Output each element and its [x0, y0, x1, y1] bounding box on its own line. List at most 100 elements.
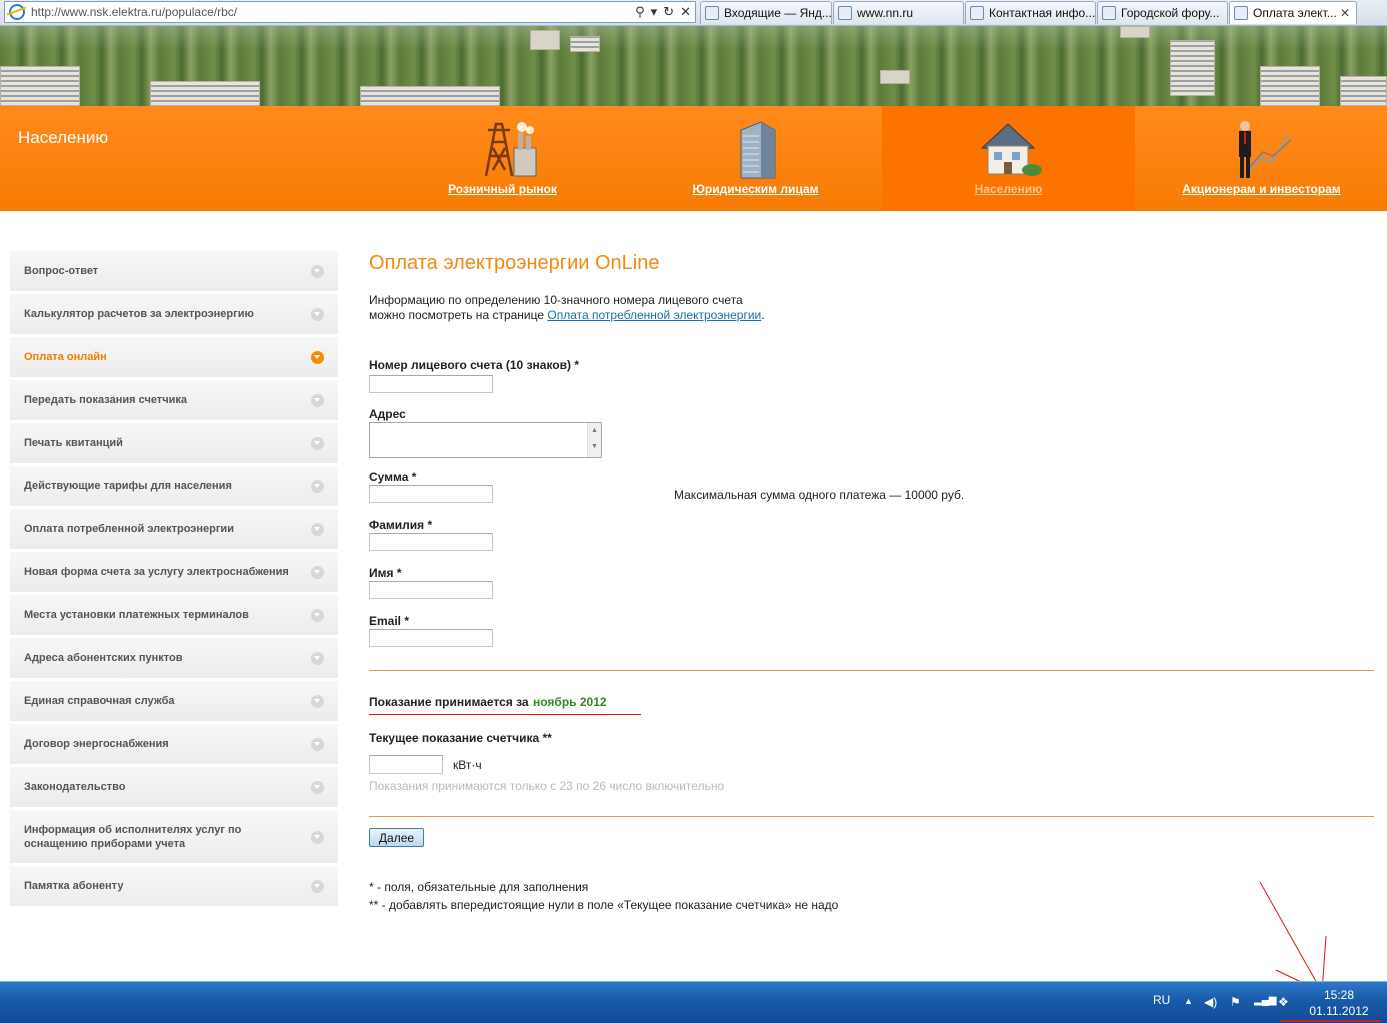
next-button[interactable]: Далее: [369, 828, 424, 847]
chevron-down-icon: [311, 880, 324, 893]
chevron-down-icon: [311, 480, 324, 493]
annotation-date-underline: [1281, 1020, 1381, 1022]
annotation-arrows: [1259, 881, 1327, 993]
sidebar-item-legislation[interactable]: Законодательство: [10, 767, 338, 810]
nav-label-population[interactable]: Населению: [882, 182, 1135, 196]
dropbox-icon[interactable]: ❖: [1278, 995, 1289, 1009]
sum-input[interactable]: [369, 485, 493, 503]
close-tab-icon[interactable]: ✕: [1340, 6, 1350, 20]
tray-expand-icon[interactable]: ▲: [1184, 996, 1193, 1006]
account-number-label: Номер лицевого счета (10 знаков) *: [369, 358, 580, 372]
nav-item-shareholders[interactable]: Акционерам и инвесторам: [1135, 114, 1387, 209]
businessman-chart-icon: [1238, 121, 1291, 178]
address-textarea[interactable]: ▲ ▼: [369, 422, 602, 458]
chevron-down-icon: [311, 351, 324, 364]
sidebar-item-print-receipts[interactable]: Печать квитанций: [10, 423, 338, 466]
clock-date: 01.11.2012: [1309, 1004, 1369, 1018]
power-tower-icon: [484, 122, 536, 177]
nav-label-shareholders[interactable]: Акционерам и инвесторам: [1135, 182, 1387, 196]
chevron-down-icon: [311, 609, 324, 622]
address-label: Адрес: [369, 407, 406, 421]
chevron-down-icon: [311, 308, 324, 321]
page-title: Оплата электроэнергии OnLine: [369, 252, 660, 274]
sidebar-item-faq[interactable]: Вопрос-ответ: [10, 251, 338, 294]
account-number-input[interactable]: [369, 375, 493, 393]
chevron-down-icon: [311, 566, 324, 579]
section-title: Населению: [18, 128, 109, 147]
firstname-input[interactable]: [369, 581, 493, 599]
nav-item-retail-market[interactable]: Розничный рынок: [376, 114, 629, 209]
sidebar-item-meter-readings[interactable]: Передать показания счетчика: [10, 380, 338, 423]
nav-item-legal-entities[interactable]: Юридическим лицам: [629, 114, 882, 209]
lastname-input[interactable]: [369, 533, 493, 551]
firstname-label: Имя *: [369, 566, 402, 580]
tab-inbox[interactable]: Входящие — Янд...: [700, 1, 832, 24]
chevron-down-icon: [311, 652, 324, 665]
ie-page-icon: [970, 6, 984, 20]
chevron-down-icon: [311, 738, 324, 751]
meter-reading-label: Текущее показание счетчика **: [369, 731, 552, 745]
ie-page-icon: [1234, 6, 1248, 20]
address-url[interactable]: http://www.nsk.elektra.ru/populace/rbc/: [31, 5, 237, 19]
city-photo-banner: [0, 26, 1387, 106]
browser-toolbar: http://www.nsk.elektra.ru/populace/rbc/ …: [0, 0, 1387, 26]
nav-label-legal-entities[interactable]: Юридическим лицам: [629, 182, 882, 196]
tab-forum[interactable]: Городской фору...: [1097, 1, 1228, 24]
sidebar-item-calculator[interactable]: Калькулятор расчетов за электроэнергию: [10, 294, 338, 337]
nav-label-retail-market[interactable]: Розничный рынок: [376, 182, 629, 196]
nav-item-population[interactable]: Населению: [882, 114, 1135, 209]
sidebar-item-contract[interactable]: Договор энергоснабжения: [10, 724, 338, 767]
mail-icon: [705, 6, 719, 20]
consumed-payment-link[interactable]: Оплата потребленной электроэнергии: [547, 308, 761, 322]
max-sum-note: Максимальная сумма одного платежа — 1000…: [674, 488, 965, 502]
address-bar[interactable]: http://www.nsk.elektra.ru/populace/rbc/ …: [4, 1, 696, 23]
sidebar-item-subscriber-points[interactable]: Адреса абонентских пунктов: [10, 638, 338, 681]
volume-icon[interactable]: ◀): [1204, 995, 1217, 1009]
office-building-icon: [740, 121, 775, 179]
stop-icon[interactable]: ✕: [680, 4, 691, 20]
address-buttons: ⚲ ▾ ↻ ✕: [635, 4, 691, 20]
lastname-label: Фамилия *: [369, 518, 433, 532]
dropdown-icon[interactable]: ▾: [651, 4, 658, 20]
network-signal-icon[interactable]: ▂▄▆: [1254, 995, 1276, 1006]
footnote-required: * - поля, обязательные для заполнения: [369, 880, 589, 894]
windows-taskbar: RU ▲ ◀) ⚑ ▂▄▆ ❖ 15:28 01.11.2012: [0, 981, 1387, 1023]
sum-label: Сумма *: [369, 470, 417, 484]
account-info-text: Информацию по определению 10-значного но…: [369, 293, 765, 322]
tab-payment-active[interactable]: Оплата элект... ✕: [1229, 1, 1357, 24]
tab-contacts[interactable]: Контактная инфо...: [965, 1, 1096, 24]
clock[interactable]: 15:28 01.11.2012: [1308, 987, 1370, 1019]
meter-reading-input[interactable]: [369, 755, 443, 774]
chevron-down-icon: [311, 523, 324, 536]
chevron-down-icon: [311, 437, 324, 450]
chevron-down-icon: [311, 265, 324, 278]
sidebar-item-tariffs[interactable]: Действующие тарифы для населения: [10, 466, 338, 509]
refresh-icon[interactable]: ↻: [663, 4, 674, 20]
tab-nn[interactable]: www.nn.ru: [833, 1, 964, 24]
email-input[interactable]: [369, 629, 493, 647]
sidebar-item-meter-providers[interactable]: Информация об исполнителях услуг по осна…: [10, 810, 338, 866]
reading-period-value: ноябрь 2012: [533, 695, 607, 709]
chevron-down-icon: [311, 830, 324, 844]
divider: [369, 670, 1374, 671]
textarea-scrollbar[interactable]: ▲ ▼: [587, 423, 601, 457]
footnote-zeros: ** - добавлять впередистоящие нули в пол…: [369, 898, 839, 912]
action-center-flag-icon[interactable]: ⚑: [1230, 995, 1241, 1009]
sidebar-item-online-payment[interactable]: Оплата онлайн: [10, 337, 338, 380]
sidebar-item-new-invoice[interactable]: Новая форма счета за услугу электроснабж…: [10, 552, 338, 595]
ie-icon: [9, 4, 25, 20]
site-icon: [1102, 6, 1116, 20]
sidebar-item-terminals[interactable]: Места установки платежных терминалов: [10, 595, 338, 638]
meter-reading-hint: Показания принимаются только с 23 по 26 …: [369, 779, 725, 793]
chevron-down-icon: [311, 394, 324, 407]
sidebar-item-help-desk[interactable]: Единая справочная служба: [10, 681, 338, 724]
chevron-down-icon: [311, 695, 324, 708]
sidebar-item-memo[interactable]: Памятка абоненту: [10, 866, 338, 909]
sidebar-item-consumed-payment[interactable]: Оплата потребленной электроэнергии: [10, 509, 338, 552]
reading-period-label: Показание принимается за: [369, 695, 529, 709]
chevron-down-icon: [311, 781, 324, 794]
main-navigation: Населению Розничный рынок Юридическим ли…: [0, 106, 1387, 211]
language-indicator[interactable]: RU: [1153, 993, 1170, 1007]
search-icon[interactable]: ⚲: [635, 4, 645, 20]
clock-time: 15:28: [1323, 988, 1355, 1002]
